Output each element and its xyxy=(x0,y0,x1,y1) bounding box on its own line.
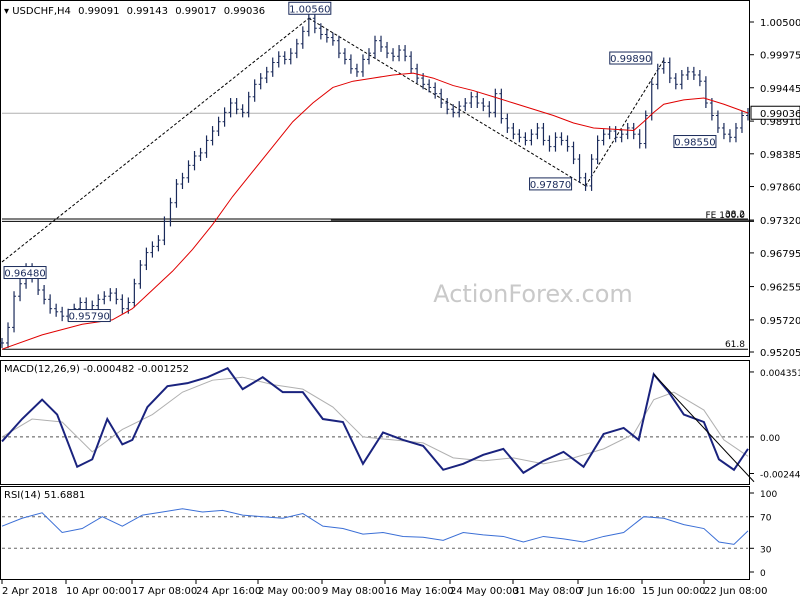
price-tick-label-2: 0.99445 xyxy=(760,84,800,95)
dashed-trendline-0 xyxy=(1,17,310,263)
price-layer: FE 100.038.261.81.005600.964800.957900.9… xyxy=(0,1,755,350)
macd-tick-label-1: 0.00 xyxy=(760,434,780,444)
ohlc-open: 0.99091 xyxy=(78,6,119,17)
time-tick-label-7: 24 May 00:00 xyxy=(450,586,519,597)
time-tick-label-1: 10 Apr 00:00 xyxy=(66,586,131,597)
price-tick-label-9: 0.95720 xyxy=(760,316,800,327)
price-annotation-label-0: 1.00560 xyxy=(289,4,330,15)
macd-trendline xyxy=(653,373,755,483)
price-tick-label-1: 0.99975 xyxy=(760,51,800,62)
time-tick-label-2: 17 Apr 08:00 xyxy=(132,586,197,597)
usdchf-chart: ActionForex.com ▾ USDCHF,H4 0.99091 0.99… xyxy=(0,0,800,597)
time-tick-label-3: 24 Apr 16:00 xyxy=(196,586,261,597)
time-tick-label-6: 16 May 16:00 xyxy=(385,586,454,597)
ohlc-low: 0.99017 xyxy=(175,6,216,17)
fib-label-3: 61.8 xyxy=(725,340,745,350)
price-annotation-label-4: 0.99890 xyxy=(610,54,651,65)
ohlc-close: 0.99036 xyxy=(224,6,265,17)
rsi-header: RSI(14) 51.6881 xyxy=(4,490,85,501)
symbol-header: ▾ USDCHF,H4 0.99091 0.99143 0.99017 0.99… xyxy=(4,6,265,17)
rsi-tick-label-1: 70 xyxy=(760,514,772,524)
price-tick-label-7: 0.96795 xyxy=(760,249,800,260)
fib-label-2: 38.2 xyxy=(725,210,745,220)
price-tick-label-8: 0.96255 xyxy=(760,283,800,294)
time-tick-label-0: 2 Apr 2018 xyxy=(2,586,57,597)
price-tick-label-10: 0.95205 xyxy=(760,348,800,359)
price-annotation-label-2: 0.95790 xyxy=(69,312,110,323)
moving-average-line xyxy=(1,72,749,350)
watermark: ActionForex.com xyxy=(433,280,633,308)
symbol-triangle-icon: ▾ xyxy=(4,6,9,17)
time-tick-label-9: 7 Jun 16:00 xyxy=(578,586,635,597)
ohlc-high: 0.99143 xyxy=(127,6,168,17)
rsi-line xyxy=(1,508,749,545)
dashed-trendline-2 xyxy=(585,59,665,187)
rsi-tick-label-0: 100 xyxy=(760,490,777,500)
macd-main-line xyxy=(1,366,749,475)
current-price-label: 0.99036 xyxy=(760,109,800,120)
macd-tick-label-0: 0.004351 xyxy=(760,369,800,379)
axes-layer: 1.005000.999750.994450.989100.983850.978… xyxy=(1,18,800,597)
time-tick-label-8: 31 May 08:00 xyxy=(513,586,582,597)
time-tick-label-10: 15 Jun 00:00 xyxy=(642,586,706,597)
price-tick-label-6: 0.97320 xyxy=(760,216,800,227)
time-tick-label-11: 22 Jun 08:00 xyxy=(704,586,768,597)
macd-layer xyxy=(1,366,755,483)
macd-tick-label-2: -0.002448 xyxy=(760,470,800,480)
macd-signal-line xyxy=(1,376,749,465)
rsi-tick-label-2: 30 xyxy=(760,545,772,555)
macd-header: MACD(12,26,9) -0.000482 -0.001252 xyxy=(4,364,189,375)
price-tick-label-5: 0.97860 xyxy=(760,183,800,194)
price-annotation-label-1: 0.96480 xyxy=(4,269,45,280)
rsi-tick-label-3: 0 xyxy=(760,569,766,579)
price-tick-label-0: 1.00500 xyxy=(760,18,800,29)
rsi-layer xyxy=(1,508,749,549)
price-annotation-label-5: 0.98550 xyxy=(674,138,715,149)
macd-panel-frame xyxy=(0,360,750,485)
symbol-label: USDCHF,H4 xyxy=(12,6,71,17)
price-annotation-label-3: 0.97870 xyxy=(530,180,571,191)
time-tick-label-5: 9 May 08:00 xyxy=(322,586,384,597)
price-tick-label-4: 0.98385 xyxy=(760,150,800,161)
time-tick-label-4: 2 May 00:00 xyxy=(258,586,320,597)
